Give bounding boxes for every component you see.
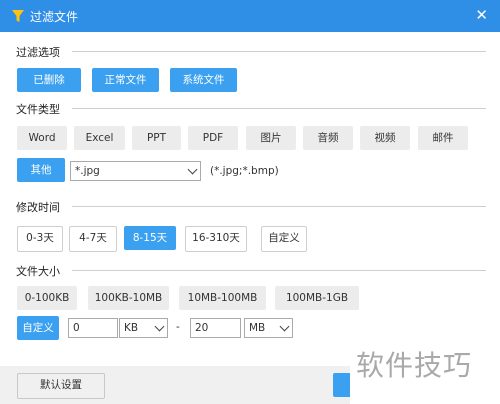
chevron-down-icon (154, 321, 165, 332)
type-other-button[interactable]: 其他 (17, 158, 65, 182)
divider (72, 108, 486, 109)
time-custom-button[interactable]: 自定义 (261, 226, 307, 252)
title-bar: 过滤文件 ✕ (0, 0, 500, 32)
type-word-button[interactable]: Word (17, 126, 67, 150)
chevron-down-icon (187, 164, 198, 175)
close-icon[interactable]: ✕ (475, 6, 488, 24)
type-email-button[interactable]: 邮件 (418, 126, 468, 150)
filter-icon (12, 10, 24, 22)
extension-select[interactable]: *.jpg (70, 161, 201, 181)
size-100mb-1gb-button[interactable]: 100MB-1GB (275, 286, 359, 310)
size-custom-button[interactable]: 自定义 (17, 316, 59, 340)
size-min-value: 0 (73, 322, 80, 334)
size-max-value: 20 (195, 322, 209, 334)
watermark: 软件技巧 (350, 328, 500, 404)
divider (72, 270, 486, 271)
size-min-input[interactable]: 0 (68, 318, 118, 338)
section-filter-options: 过滤选项 (16, 46, 60, 59)
type-ppt-button[interactable]: PPT (132, 126, 181, 150)
window-title: 过滤文件 (30, 10, 79, 24)
deleted-button[interactable]: 已删除 (17, 68, 81, 92)
time-16-310-button[interactable]: 16-310天 (185, 226, 247, 252)
size-0-100kb-button[interactable]: 0-100KB (17, 286, 77, 310)
time-8-15-button[interactable]: 8-15天 (124, 226, 176, 250)
divider (72, 206, 486, 207)
time-4-7-button[interactable]: 4-7天 (69, 226, 117, 252)
type-audio-button[interactable]: 音频 (303, 126, 353, 150)
size-min-unit: KB (124, 322, 139, 334)
chevron-down-icon (279, 321, 290, 332)
range-dash: - (176, 321, 180, 333)
extension-hint: (*.jpg;*.bmp) (210, 165, 279, 177)
type-image-button[interactable]: 图片 (246, 126, 296, 150)
section-file-size: 文件大小 (16, 265, 60, 278)
divider (72, 51, 486, 52)
default-settings-button[interactable]: 默认设置 (17, 373, 105, 399)
type-video-button[interactable]: 视频 (360, 126, 410, 150)
size-100kb-10mb-button[interactable]: 100KB-10MB (88, 286, 169, 310)
size-10mb-100mb-button[interactable]: 10MB-100MB (179, 286, 266, 310)
watermark-text: 软件技巧 (356, 349, 473, 382)
size-max-unit-select[interactable]: MB (244, 318, 293, 338)
size-min-unit-select[interactable]: KB (119, 318, 168, 338)
section-file-type: 文件类型 (16, 103, 60, 116)
extension-value: *.jpg (75, 165, 100, 177)
size-max-unit: MB (249, 322, 266, 334)
type-excel-button[interactable]: Excel (74, 126, 125, 150)
time-0-3-button[interactable]: 0-3天 (17, 226, 63, 252)
normal-files-button[interactable]: 正常文件 (92, 68, 159, 92)
type-pdf-button[interactable]: PDF (188, 126, 238, 150)
system-files-button[interactable]: 系统文件 (170, 68, 237, 92)
size-max-input[interactable]: 20 (190, 318, 241, 338)
section-modified-time: 修改时间 (16, 201, 60, 214)
